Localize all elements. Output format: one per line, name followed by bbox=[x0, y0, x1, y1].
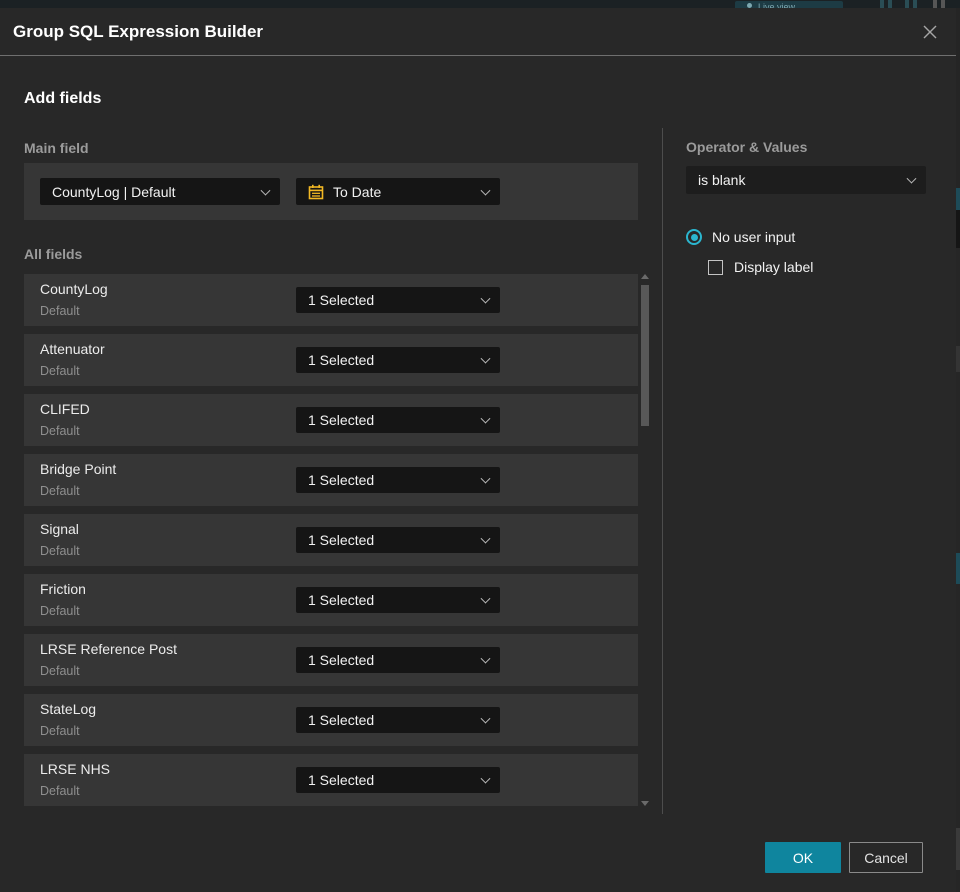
chevron-down-icon bbox=[480, 353, 491, 364]
operator-dropdown[interactable]: is blank bbox=[686, 166, 926, 194]
chevron-down-icon bbox=[480, 593, 491, 604]
no-user-input-radio[interactable]: No user input bbox=[686, 229, 795, 245]
fields-list-scrollbar[interactable] bbox=[640, 274, 650, 806]
field-subtitle: Default bbox=[40, 724, 80, 738]
field-row: CLIFED Default 1 Selected bbox=[24, 394, 638, 446]
chevron-down-icon bbox=[260, 185, 271, 196]
field-selection-dropdown[interactable]: 1 Selected bbox=[296, 767, 500, 793]
field-subtitle: Default bbox=[40, 664, 80, 678]
ok-button[interactable]: OK bbox=[765, 842, 841, 873]
field-selection-dropdown[interactable]: 1 Selected bbox=[296, 407, 500, 433]
field-row: CountyLog Default 1 Selected bbox=[24, 274, 638, 326]
field-selection-value: 1 Selected bbox=[308, 772, 375, 788]
group-sql-expression-builder-dialog: Group SQL Expression Builder Add fields … bbox=[0, 8, 956, 892]
field-subtitle: Default bbox=[40, 364, 80, 378]
close-icon bbox=[923, 25, 937, 39]
field-subtitle: Default bbox=[40, 484, 80, 498]
pause-icon bbox=[933, 0, 945, 8]
field-subtitle: Default bbox=[40, 544, 80, 558]
chevron-down-icon bbox=[480, 473, 491, 484]
field-row: Friction Default 1 Selected bbox=[24, 574, 638, 626]
field-row: Attenuator Default 1 Selected bbox=[24, 334, 638, 386]
field-selection-value: 1 Selected bbox=[308, 652, 375, 668]
calendar-icon bbox=[308, 184, 324, 199]
scrollbar-thumb[interactable] bbox=[641, 285, 649, 426]
display-label-checkbox[interactable]: Display label bbox=[708, 259, 813, 275]
field-row: Signal Default 1 Selected bbox=[24, 514, 638, 566]
operator-dropdown-value: is blank bbox=[698, 172, 746, 188]
field-name: CLIFED bbox=[40, 401, 90, 417]
all-fields-label: All fields bbox=[24, 246, 83, 262]
chevron-down-icon bbox=[480, 533, 491, 544]
dialog-title: Group SQL Expression Builder bbox=[13, 22, 264, 41]
background-app-strip: Live view bbox=[0, 0, 960, 8]
field-subtitle: Default bbox=[40, 424, 80, 438]
field-selection-dropdown[interactable]: 1 Selected bbox=[296, 527, 500, 553]
pause-icon bbox=[905, 0, 917, 8]
close-button[interactable] bbox=[918, 20, 942, 44]
main-field-panel: CountyLog | Default To Date bbox=[24, 163, 638, 220]
date-field-dropdown[interactable]: To Date bbox=[296, 178, 500, 205]
field-subtitle: Default bbox=[40, 784, 80, 798]
live-view-button[interactable]: Live view bbox=[735, 1, 843, 8]
scroll-down-icon[interactable] bbox=[641, 801, 649, 806]
chevron-down-icon bbox=[480, 773, 491, 784]
field-selection-dropdown[interactable]: 1 Selected bbox=[296, 287, 500, 313]
main-field-dropdown[interactable]: CountyLog | Default bbox=[40, 178, 280, 205]
field-name: CountyLog bbox=[40, 281, 108, 297]
field-row: Bridge Point Default 1 Selected bbox=[24, 454, 638, 506]
display-label-label: Display label bbox=[734, 259, 814, 275]
chevron-down-icon bbox=[480, 713, 491, 724]
field-selection-dropdown[interactable]: 1 Selected bbox=[296, 347, 500, 373]
no-user-input-label: No user input bbox=[712, 229, 796, 245]
field-selection-value: 1 Selected bbox=[308, 532, 375, 548]
field-selection-value: 1 Selected bbox=[308, 352, 375, 368]
field-selection-value: 1 Selected bbox=[308, 292, 375, 308]
field-row: StateLog Default 1 Selected bbox=[24, 694, 638, 746]
field-row: LRSE Reference Post Default 1 Selected bbox=[24, 634, 638, 686]
field-name: StateLog bbox=[40, 701, 97, 717]
chevron-down-icon bbox=[480, 293, 491, 304]
field-name: Bridge Point bbox=[40, 461, 117, 477]
radio-selected-icon bbox=[686, 229, 702, 245]
field-name: Friction bbox=[40, 581, 86, 597]
chevron-down-icon bbox=[480, 413, 491, 424]
main-field-dropdown-value: CountyLog | Default bbox=[52, 183, 176, 200]
field-name: LRSE NHS bbox=[40, 761, 111, 777]
field-name: Attenuator bbox=[40, 341, 105, 357]
field-selection-value: 1 Selected bbox=[308, 412, 375, 428]
field-selection-value: 1 Selected bbox=[308, 592, 375, 608]
operator-values-label: Operator & Values bbox=[686, 139, 808, 155]
field-selection-dropdown[interactable]: 1 Selected bbox=[296, 467, 500, 493]
dialog-footer: OK Cancel bbox=[765, 842, 923, 873]
panel-divider bbox=[662, 128, 663, 814]
cancel-button[interactable]: Cancel bbox=[849, 842, 923, 873]
chevron-down-icon bbox=[480, 653, 491, 664]
field-selection-dropdown[interactable]: 1 Selected bbox=[296, 707, 500, 733]
pause-icon bbox=[880, 0, 892, 8]
all-fields-list: CountyLog Default 1 Selected Attenuator … bbox=[24, 274, 638, 814]
add-fields-heading: Add fields bbox=[24, 90, 102, 107]
field-selection-dropdown[interactable]: 1 Selected bbox=[296, 647, 500, 673]
background-app-edge bbox=[956, 8, 960, 892]
field-selection-value: 1 Selected bbox=[308, 472, 375, 488]
field-subtitle: Default bbox=[40, 304, 80, 318]
main-field-label: Main field bbox=[24, 140, 89, 156]
chevron-down-icon bbox=[480, 185, 491, 196]
date-field-dropdown-value: To Date bbox=[333, 183, 382, 200]
field-selection-dropdown[interactable]: 1 Selected bbox=[296, 587, 500, 613]
field-name: LRSE Reference Post bbox=[40, 641, 177, 657]
field-name: Signal bbox=[40, 521, 79, 537]
scroll-up-icon[interactable] bbox=[641, 274, 649, 279]
field-row: LRSE NHS Default 1 Selected bbox=[24, 754, 638, 806]
field-selection-value: 1 Selected bbox=[308, 712, 375, 728]
field-subtitle: Default bbox=[40, 604, 80, 618]
checkbox-unchecked-icon bbox=[708, 259, 723, 275]
chevron-down-icon bbox=[906, 173, 917, 184]
dialog-titlebar: Group SQL Expression Builder bbox=[0, 8, 956, 56]
